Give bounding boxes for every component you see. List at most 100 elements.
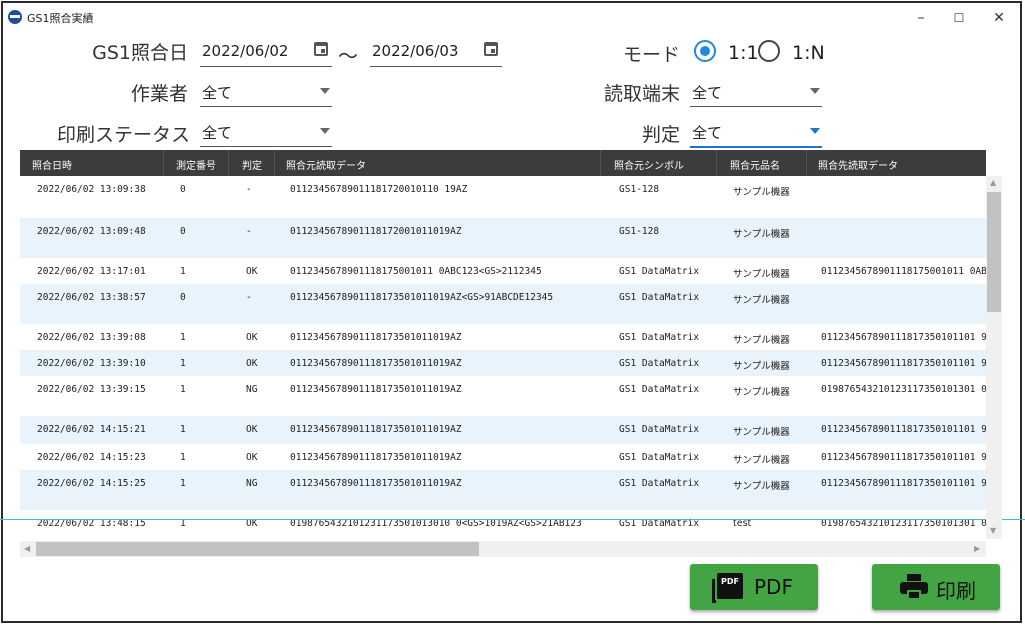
chevron-down-icon: [810, 88, 820, 94]
cell-dst: 019876543210123117350101301 0: [821, 384, 986, 395]
cell-sym: GS1 DataMatrix: [619, 292, 700, 303]
cell-sym: GS1 DataMatrix: [619, 384, 700, 395]
calendar-icon[interactable]: [314, 42, 328, 56]
maximize-button[interactable]: ☐: [941, 6, 977, 30]
cell-item: サンプル機器: [733, 187, 790, 198]
cell-item: サンプル機器: [733, 335, 790, 346]
scroll-down-icon[interactable]: ▼: [990, 526, 996, 535]
app-logo-icon: [8, 10, 22, 24]
terminal-label: 読取端末: [603, 83, 680, 105]
cell-src: 0112345678901118175001011 0ABC123<GS>211…: [290, 266, 542, 277]
cell-judge: OK: [246, 424, 258, 435]
horizontal-scroll-thumb[interactable]: [36, 542, 479, 556]
print-button-label: 印刷: [936, 579, 976, 603]
calendar-icon[interactable]: [484, 42, 498, 56]
mode-radio-1-1[interactable]: [694, 40, 716, 62]
scroll-right-icon[interactable]: ▶: [974, 544, 980, 553]
table-row[interactable]: 2022/06/02 13:38:57 0 - 0112345678901118…: [20, 284, 986, 324]
column-divider[interactable]: [274, 150, 275, 176]
print-status-value: 全て: [202, 124, 233, 142]
column-divider[interactable]: [600, 150, 601, 176]
cell-judge: NG: [246, 478, 258, 489]
col-header-sym[interactable]: 照合元シンボル: [614, 157, 684, 172]
vertical-scrollbar[interactable]: ▲ ▼: [986, 176, 1002, 539]
cell-dst: 011234567890111817350101101 9: [821, 358, 986, 369]
minimize-button[interactable]: –: [903, 6, 939, 30]
cell-datetime: 2022/06/02 13:38:57: [37, 292, 146, 303]
table-row[interactable]: 2022/06/02 13:48:15 1 OK 019876543210123…: [20, 510, 986, 539]
column-divider[interactable]: [716, 150, 717, 176]
table-row[interactable]: 2022/06/02 13:09:48 0 - 0112345678901118…: [20, 218, 986, 258]
cell-datetime: 2022/06/02 13:17:01: [37, 266, 146, 277]
print-button[interactable]: 印刷: [872, 564, 1000, 610]
table-row[interactable]: 2022/06/02 13:39:10 1 OK 011234567890111…: [20, 350, 986, 376]
table-row[interactable]: 2022/06/02 13:09:38 0 - 0112345678901118…: [20, 176, 986, 218]
cell-sym: GS1-128: [619, 226, 660, 237]
date-from-picker[interactable]: 2022/06/02: [200, 38, 332, 67]
results-table[interactable]: 2022/06/02 13:09:38 0 - 0112345678901118…: [20, 176, 986, 539]
mode-radio-1-n[interactable]: [758, 40, 780, 62]
cell-src: 0112345678901118172001011019AZ: [290, 226, 462, 237]
terminal-select[interactable]: 全て: [690, 78, 822, 107]
table-row[interactable]: 2022/06/02 14:15:23 1 OK 011234567890111…: [20, 444, 986, 470]
mode-option-1-n-label: 1:N: [792, 42, 825, 64]
table-row[interactable]: 2022/06/02 13:17:01 1 OK 011234567890111…: [20, 258, 986, 284]
col-header-num[interactable]: 測定番号: [176, 157, 216, 172]
cell-num: 1: [180, 332, 186, 343]
cell-judge: -: [246, 226, 252, 237]
chevron-down-icon: [320, 88, 330, 94]
cell-sym: GS1-128: [619, 184, 660, 195]
date-to-picker[interactable]: 2022/06/03: [370, 38, 502, 67]
worker-select[interactable]: 全て: [200, 78, 332, 107]
column-divider[interactable]: [228, 150, 229, 176]
worker-label: 作業者: [130, 83, 188, 105]
divider-line: [0, 519, 1025, 520]
horizontal-scrollbar[interactable]: ◀ ▶: [20, 541, 986, 557]
cell-dst: 0112345678901118175001011 0AB: [821, 266, 986, 277]
table-row[interactable]: 2022/06/02 13:39:15 1 NG 011234567890111…: [20, 376, 986, 416]
close-button[interactable]: ✕: [981, 6, 1017, 30]
judge-select[interactable]: 全て: [690, 118, 822, 148]
cell-src: 0112345678901118173501011019AZ: [290, 332, 462, 343]
cell-item: サンプル機器: [733, 229, 790, 240]
range-separator: ～: [338, 44, 358, 68]
cell-item: サンプル機器: [733, 269, 790, 280]
cell-sym: GS1 DataMatrix: [619, 332, 700, 343]
cell-datetime: 2022/06/02 13:39:15: [37, 384, 146, 395]
col-header-src[interactable]: 照合元読取データ: [286, 157, 366, 172]
cell-datetime: 2022/06/02 13:39:08: [37, 332, 146, 343]
cell-num: 1: [180, 452, 186, 463]
print-status-select[interactable]: 全て: [200, 118, 332, 147]
cell-judge: OK: [246, 358, 258, 369]
cell-datetime: 2022/06/02 14:15:23: [37, 452, 146, 463]
column-divider[interactable]: [163, 150, 164, 176]
date-label: GS1照合日: [92, 42, 188, 64]
pdf-button-label: PDF: [754, 575, 793, 599]
scroll-up-icon[interactable]: ▲: [990, 178, 996, 187]
vertical-scroll-thumb[interactable]: [987, 192, 1001, 312]
judge-value: 全て: [692, 124, 723, 142]
cell-item: サンプル機器: [733, 481, 790, 492]
cell-dst: 011234567890111817350101101 9: [821, 332, 986, 343]
table-row[interactable]: 2022/06/02 13:39:08 1 OK 011234567890111…: [20, 324, 986, 350]
col-header-datetime[interactable]: 照合日時: [32, 157, 72, 172]
cell-num: 0: [180, 226, 186, 237]
column-divider[interactable]: [806, 150, 807, 176]
cell-sym: GS1 DataMatrix: [619, 358, 700, 369]
cell-judge: OK: [246, 266, 258, 277]
pdf-button[interactable]: PDF PDF: [690, 564, 818, 610]
cell-item: サンプル機器: [733, 361, 790, 372]
print-status-label: 印刷ステータス: [56, 124, 190, 146]
cell-sym: GS1 DataMatrix: [619, 452, 700, 463]
cell-judge: OK: [246, 332, 258, 343]
table-row[interactable]: 2022/06/02 14:15:21 1 OK 011234567890111…: [20, 416, 986, 444]
col-header-dst[interactable]: 照合先読取データ: [818, 157, 898, 172]
col-header-item[interactable]: 照合元品名: [730, 157, 780, 172]
col-header-judge[interactable]: 判定: [242, 157, 262, 172]
cell-num: 1: [180, 266, 186, 277]
terminal-value: 全て: [692, 84, 723, 102]
scroll-left-icon[interactable]: ◀: [24, 544, 30, 553]
mode-option-1-1-label: 1:1: [728, 42, 759, 64]
table-row[interactable]: 2022/06/02 14:15:25 1 NG 011234567890111…: [20, 470, 986, 510]
mode-label: モード: [622, 44, 680, 66]
